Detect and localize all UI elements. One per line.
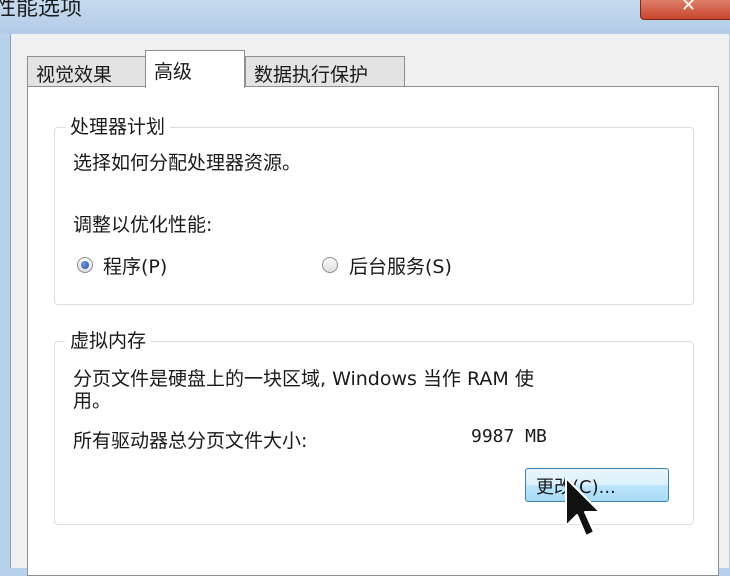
mouse-cursor-icon [565, 477, 601, 537]
processor-scheduling-group: 处理器计划 选择如何分配处理器资源。 调整以优化性能: 程序(P) 后台服务(S… [54, 112, 694, 305]
background-services-radio-label[interactable]: 后台服务(S) [349, 252, 452, 279]
virtual-memory-description-line2: 用。 [73, 390, 112, 412]
tab-label: 高级 [154, 61, 193, 83]
programs-radio[interactable] [77, 257, 93, 273]
radio-selected-dot [81, 261, 89, 269]
tab-label: 视觉效果 [36, 64, 113, 86]
advanced-panel: 处理器计划 选择如何分配处理器资源。 调整以优化性能: 程序(P) 后台服务(S… [27, 86, 719, 576]
title-bar: 性能选项 ✕ [0, 0, 730, 34]
adjust-label: 调整以优化性能: [73, 214, 213, 236]
tab-data-execution-prevention[interactable]: 数据执行保护 [245, 56, 405, 86]
close-button[interactable]: ✕ [640, 0, 730, 20]
close-icon: ✕ [681, 0, 697, 16]
virtual-memory-description-line1: 分页文件是硬盘上的一块区域, Windows 当作 RAM 使 [73, 368, 534, 390]
background-services-radio[interactable] [322, 257, 338, 273]
tab-advanced[interactable]: 高级 [145, 50, 245, 88]
programs-radio-label[interactable]: 程序(P) [103, 252, 167, 279]
dialog-body: 视觉效果 高级 数据执行保护 处理器计划 选择如何分配处理器资源。 调整以优化性… [10, 34, 729, 576]
total-paging-value: 9987 MB [471, 426, 547, 447]
window-title: 性能选项 [0, 0, 83, 21]
processor-description: 选择如何分配处理器资源。 [73, 152, 302, 174]
tab-visual-effects[interactable]: 视觉效果 [27, 56, 147, 86]
processor-group-title: 处理器计划 [65, 112, 171, 139]
total-paging-label: 所有驱动器总分页文件大小: [73, 430, 308, 452]
virtual-memory-group-title: 虚拟内存 [65, 326, 152, 353]
tab-label: 数据执行保护 [254, 64, 369, 86]
